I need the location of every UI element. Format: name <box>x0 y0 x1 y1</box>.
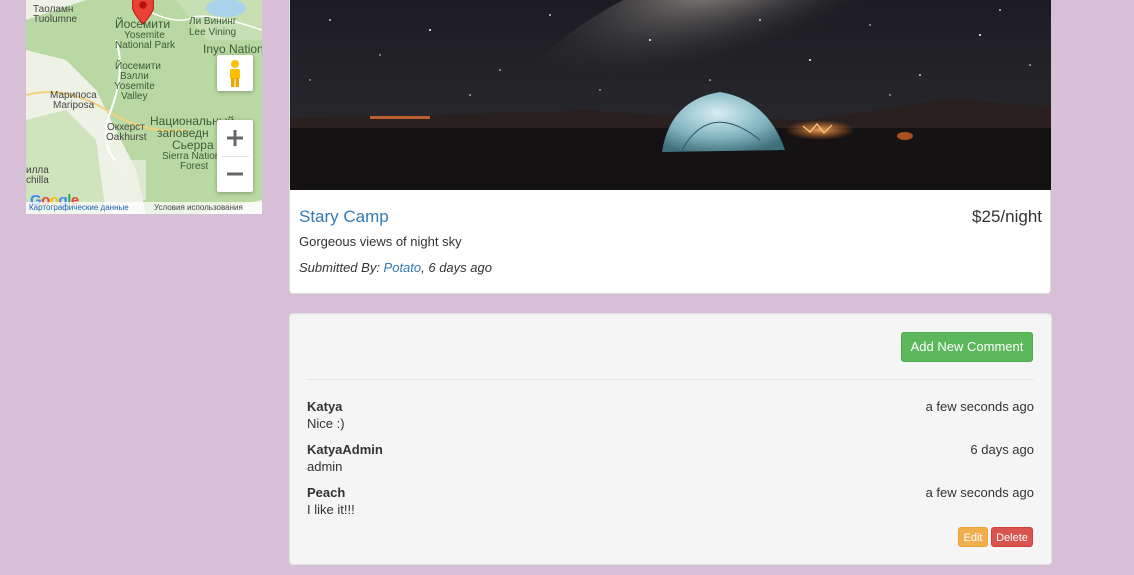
map-label: Valley <box>121 91 148 102</box>
map-label: Inyo Nation <box>203 42 262 56</box>
map-label: Forest <box>180 161 209 172</box>
submitted-suffix: , 6 days ago <box>421 260 492 275</box>
minus-icon <box>227 172 243 176</box>
edit-comment-button[interactable]: Edit <box>958 527 988 547</box>
add-new-comment-button[interactable]: Add New Comment <box>901 332 1033 362</box>
campground-price: $25/night <box>972 207 1042 226</box>
comments-divider <box>307 379 1034 380</box>
map-label: National Park <box>115 40 176 51</box>
zoom-in-button[interactable] <box>217 120 253 156</box>
comment-text: I like it!!! <box>307 502 355 517</box>
author-link[interactable]: Potato <box>384 260 422 275</box>
map-label: Ли Вининг <box>189 16 237 27</box>
comment-author: Katya <box>307 399 343 414</box>
campground-name[interactable]: Stary Camp <box>299 207 389 227</box>
map-label: Lee Vining <box>189 27 237 38</box>
zoom-out-button[interactable] <box>217 156 253 192</box>
terms-link[interactable]: Условия использования <box>154 202 243 214</box>
zoom-control <box>217 120 253 192</box>
map-data-link[interactable]: Картографические данные <box>29 202 129 214</box>
location-pin-icon[interactable] <box>132 0 154 30</box>
comment-text: Nice :) <box>307 416 345 431</box>
campground-image <box>290 0 1051 190</box>
campground-card: Stary Camp $25/night Gorgeous views of n… <box>289 0 1051 294</box>
submitted-prefix: Submitted By: <box>299 260 384 275</box>
campground-map[interactable]: Таоламн Tuolumne Йосемити Yosemite Natio… <box>26 0 262 214</box>
plus-icon <box>227 130 243 146</box>
comment-time: 6 days ago <box>970 442 1034 457</box>
comment-author: Peach <box>307 485 346 500</box>
comment-text: admin <box>307 459 343 474</box>
comment-item: KatyaAdmin 6 days ago admin <box>307 442 1034 480</box>
map-label: Сьерра <box>172 138 214 152</box>
comment-time: a few seconds ago <box>925 399 1034 414</box>
map-label: Tuolumne <box>33 14 78 25</box>
comment-item: Peach a few seconds ago I like it!!! <box>307 485 1034 523</box>
map-label: chilla <box>26 175 49 186</box>
comments-panel: Add New Comment Katya a few seconds ago … <box>289 313 1052 565</box>
submitted-by: Submitted By: Potato, 6 days ago <box>299 260 492 275</box>
campground-description: Gorgeous views of night sky <box>299 234 462 249</box>
map-attribution: Картографические данные Условия использо… <box>26 202 262 214</box>
comment-time: a few seconds ago <box>925 485 1034 500</box>
comment-item: Katya a few seconds ago Nice :) <box>307 399 1034 437</box>
delete-comment-button[interactable]: Delete <box>991 527 1033 547</box>
map-label: Mariposa <box>53 100 95 111</box>
comment-author: KatyaAdmin <box>307 442 383 457</box>
street-view-button[interactable] <box>217 55 253 91</box>
pegman-icon <box>230 60 240 87</box>
map-label: Oakhurst <box>106 132 147 143</box>
